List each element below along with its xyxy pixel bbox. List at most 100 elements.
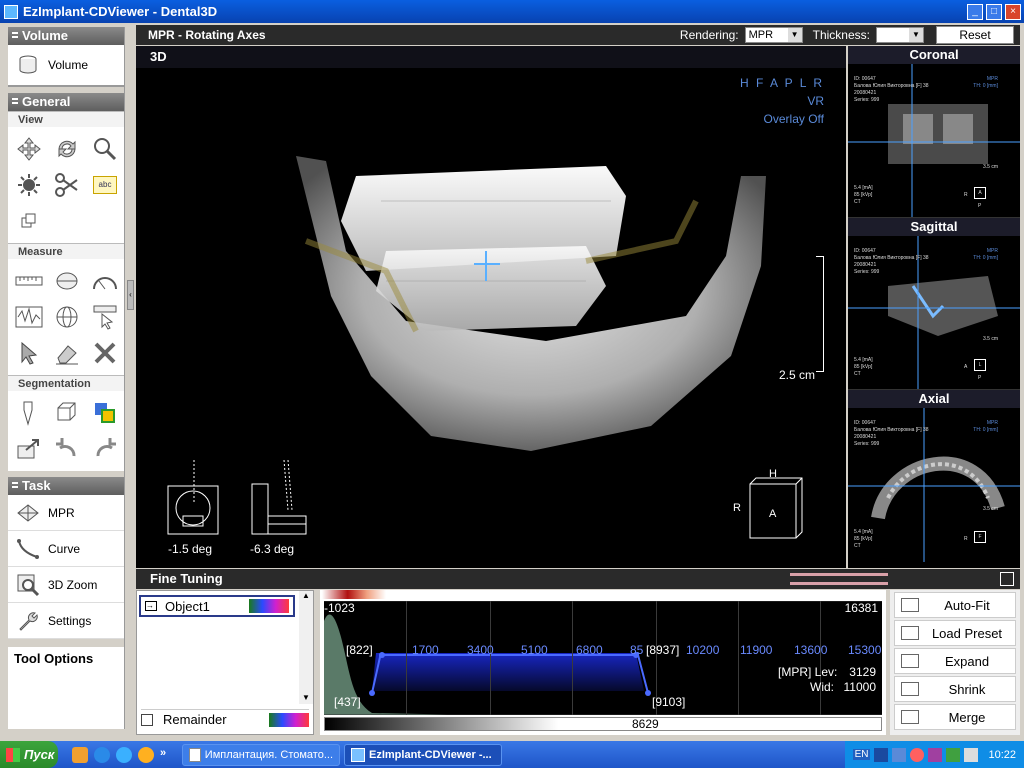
rotate-icon[interactable] [50, 133, 84, 165]
zoom-icon[interactable] [88, 133, 122, 165]
delete-measure-icon[interactable] [88, 337, 122, 369]
object-list: → Object1 ▲ ▼ Remainder [136, 590, 314, 735]
angle-icon[interactable] [88, 265, 122, 297]
media-player-icon[interactable] [138, 746, 154, 763]
volume-icon[interactable] [964, 747, 979, 762]
task-settings-button[interactable]: Settings [8, 603, 124, 639]
object-row-1[interactable]: → Object1 [139, 595, 295, 617]
auto-fit-button[interactable]: Auto-Fit [894, 592, 1016, 618]
collapse-handle[interactable]: ‹ [127, 280, 134, 310]
shrink-button[interactable]: Shrink [894, 676, 1016, 702]
gridline-6 [820, 601, 821, 715]
tray-icon-2[interactable] [892, 747, 907, 762]
task-curve-button[interactable]: Curve [8, 531, 124, 567]
undo-icon[interactable] [50, 433, 84, 465]
rendering-select[interactable]: MPR ▼ [744, 27, 803, 43]
tick-13600: 13600 [794, 643, 828, 657]
rendering-value: MPR [748, 29, 774, 41]
tool-options-title: Tool Options [14, 651, 94, 666]
scissors-icon[interactable] [50, 169, 84, 201]
coronal-title[interactable]: Coronal [848, 46, 1020, 64]
brightness-icon[interactable] [12, 169, 46, 201]
object-list-scrollbar[interactable]: ▲ ▼ [299, 591, 313, 704]
tape-measure-icon[interactable] [50, 265, 84, 297]
taskbar-item-1[interactable]: Имплантация. Стомато... [182, 743, 340, 766]
tray-icon-4[interactable] [928, 747, 943, 762]
eraser-icon[interactable] [50, 337, 84, 369]
pan-icon[interactable] [12, 133, 46, 165]
maximize-panel-icon[interactable] [1000, 572, 1014, 586]
coronal-info-1: ID: 00647 [854, 76, 876, 82]
layers-color-icon[interactable] [88, 397, 122, 429]
ruler-icon[interactable] [12, 265, 46, 297]
axial-scale: 3.5 cm [982, 506, 998, 512]
level-value: 3129 [849, 665, 876, 679]
coronal-orient-box: A [974, 187, 986, 199]
copy-icon[interactable] [12, 205, 46, 237]
arrow-select-icon[interactable] [12, 337, 46, 369]
chevron-right-icon[interactable]: » [160, 747, 170, 763]
3d-view[interactable]: 3D H F A P L R VR Overlay Off 2.5 cm -1.… [136, 46, 846, 568]
knife-icon[interactable] [12, 397, 46, 429]
orientation-cube[interactable] [744, 470, 814, 546]
quick-launch-icon-2[interactable] [94, 746, 110, 763]
sagittal-view[interactable]: ID: 00647 Балова Юлия Викторовна [F] 38 … [848, 236, 1020, 390]
maximize-button[interactable]: □ [986, 3, 1002, 20]
expand-button[interactable]: Expand [894, 648, 1016, 674]
segmentation-subheader[interactable]: Segmentation [8, 375, 124, 391]
point-2-label: [8937] [646, 643, 680, 657]
volume-header[interactable]: Volume [8, 27, 124, 45]
measure-subheader[interactable]: Measure [8, 243, 124, 259]
cube-label-r: R [733, 502, 741, 514]
coronal-tag: MPR [986, 76, 998, 82]
rotation-angle-1: -1.5 deg [168, 542, 213, 556]
axial-title[interactable]: Axial [848, 390, 1020, 408]
task-mpr-button[interactable]: MPR [8, 495, 124, 531]
reset-button[interactable]: Reset [936, 26, 1014, 44]
export-icon[interactable] [12, 433, 46, 465]
cube-select-icon[interactable] [50, 397, 84, 429]
taskbar-item-2[interactable]: EzImplant-CDViewer -... [344, 743, 502, 766]
merge-label: Merge [948, 709, 986, 725]
taskbar-item-1-label: Имплантация. Стомато... [204, 748, 333, 761]
start-button[interactable]: Пуск [0, 741, 58, 768]
overlay-status[interactable]: Overlay Off [764, 112, 824, 126]
view-subheader[interactable]: View [8, 111, 124, 127]
tray-icon-3[interactable] [910, 747, 925, 762]
load-preset-button[interactable]: Load Preset [894, 620, 1016, 646]
axial-ma: 5.4 [mA] [854, 529, 873, 535]
axial-info-2: Балова Юлия Викторовна [F] 38 [854, 427, 929, 433]
tray-icon-5[interactable] [946, 747, 961, 762]
language-indicator[interactable]: EN [852, 749, 871, 760]
tray-icon-1[interactable] [874, 747, 889, 762]
app-taskbar-icon [351, 747, 365, 762]
merge-button[interactable]: Merge [894, 704, 1016, 730]
remainder-row[interactable]: Remainder [141, 709, 309, 729]
coronal-view[interactable]: ID: 00647 Балова Юлия Викторовна [F] 38 … [848, 64, 1020, 218]
sagittal-title[interactable]: Sagittal [848, 218, 1020, 236]
volume-button[interactable]: Volume [8, 45, 124, 87]
axial-view[interactable]: ID: 00647 Балова Юлия Викторовна [F] 38 … [848, 408, 1020, 562]
ie-icon[interactable] [116, 746, 132, 763]
segmentation-tools [8, 391, 124, 471]
text-annotation-icon[interactable]: abc [88, 169, 122, 201]
close-button[interactable]: × [1005, 3, 1021, 20]
time-display[interactable]: 10:22 [988, 749, 1016, 761]
globe-icon[interactable] [50, 301, 84, 333]
start-label: Пуск [24, 747, 55, 762]
remainder-checkbox[interactable] [141, 713, 153, 726]
pointer-label-icon[interactable] [88, 301, 122, 333]
sagittal-info-4: Series: 999 [854, 269, 880, 275]
minimize-button[interactable]: _ [967, 3, 983, 20]
task-3dzoom-button[interactable]: 3D Zoom [8, 567, 124, 603]
histogram-editor[interactable]: -1023 16381 1700 3400 5100 6800 85 10200… [320, 590, 886, 735]
quick-launch-icon-1[interactable] [72, 746, 88, 763]
task-header[interactable]: Task [8, 477, 124, 495]
profile-icon[interactable] [12, 301, 46, 333]
coronal-below-letter: P [978, 203, 982, 209]
thickness-select[interactable]: ▼ [876, 27, 924, 43]
axial-tag: MPR [986, 420, 998, 426]
redo-icon[interactable] [88, 433, 122, 465]
chevron-down-icon: ▼ [909, 28, 923, 42]
general-header[interactable]: General [8, 93, 124, 111]
